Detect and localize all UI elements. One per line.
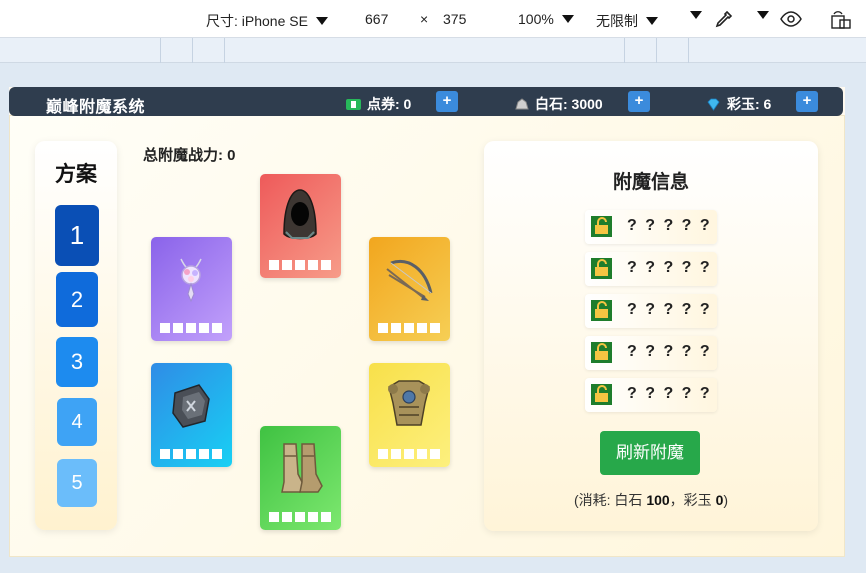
zoom-select[interactable]: 100%	[518, 11, 574, 27]
equipment-card-helmet[interactable]	[260, 174, 341, 278]
add-jade-button[interactable]: +	[796, 91, 818, 112]
cost-suffix: )	[723, 492, 729, 508]
equipment-card-bow[interactable]	[369, 237, 450, 341]
coupons-label: 点券: 0	[367, 96, 412, 112]
plan-selector: 方案 1 2 3 4 5	[35, 141, 117, 530]
cost-stone-value: 100	[646, 492, 670, 508]
enchant-row[interactable]: ? ? ? ? ?	[585, 294, 717, 328]
device-select[interactable]: 尺寸: iPhone SE	[206, 11, 328, 31]
app-title: 巅峰附魔系统	[46, 99, 146, 116]
enchant-slots	[378, 449, 440, 459]
info-title: 附魔信息	[612, 172, 689, 193]
enchant-row[interactable]: ? ? ? ? ?	[585, 252, 717, 286]
plan-button-4[interactable]: 4	[57, 398, 97, 446]
equipment-card-bracer[interactable]	[151, 363, 232, 467]
times-symbol: ×	[420, 11, 429, 27]
more-options-dropdown[interactable]	[690, 11, 702, 19]
cost-text: (消耗: 白石 100，彩玉 0)	[484, 490, 818, 510]
enchant-slots	[378, 323, 440, 333]
coupons-display: 点券: 0	[346, 94, 411, 114]
eyedropper-icon[interactable]	[712, 9, 734, 31]
enchant-value: ? ? ? ? ?	[627, 217, 712, 234]
chevron-down-icon	[561, 15, 574, 23]
enchant-row[interactable]: ? ? ? ? ?	[585, 210, 717, 244]
whitestone-display: 白石: 3000	[514, 94, 603, 114]
whitestone-label: 白石: 3000	[535, 96, 603, 112]
width-input[interactable]: 667	[365, 11, 388, 27]
zoom-label: 100%	[518, 11, 554, 27]
plan-button-5[interactable]: 5	[57, 459, 97, 507]
chevron-down-icon	[690, 11, 702, 19]
jade-display: 彩玉: 6	[706, 94, 771, 114]
total-power: 总附魔战力: 0	[143, 147, 236, 164]
plan-button-2[interactable]: 2	[56, 272, 98, 327]
bow-icon	[386, 260, 433, 301]
rotate-device-icon[interactable]	[830, 10, 852, 30]
enchant-value: ? ? ? ? ?	[627, 343, 712, 360]
jade-label: 彩玉: 6	[727, 96, 772, 112]
enchant-value: ? ? ? ? ?	[627, 301, 712, 318]
chevron-down-icon	[315, 17, 328, 25]
add-coupons-button[interactable]: +	[436, 91, 458, 112]
stone-icon	[515, 97, 529, 109]
armor-icon	[388, 380, 430, 426]
throttle-select[interactable]: 无限制	[596, 11, 658, 31]
vision-dropdown[interactable]	[757, 11, 769, 19]
eye-icon[interactable]	[780, 11, 802, 27]
coupon-icon	[346, 98, 361, 110]
emulated-page: 巅峰附魔系统 点券: 0 + 白石: 3000 + 彩玉: 6 + 方案 1 2…	[9, 87, 845, 557]
enchant-value: ? ? ? ? ?	[627, 259, 712, 276]
device-select-label: 尺寸: iPhone SE	[206, 13, 308, 29]
top-bar: 巅峰附魔系统 点券: 0 + 白石: 3000 + 彩玉: 6 +	[9, 87, 843, 116]
unlock-icon[interactable]	[591, 300, 612, 321]
enchant-row[interactable]: ? ? ? ? ?	[585, 336, 717, 370]
necklace-icon	[180, 258, 202, 303]
enchant-slots	[160, 449, 222, 459]
plan-button-3[interactable]: 3	[56, 337, 98, 387]
diamond-icon	[707, 98, 720, 111]
plan-button-1[interactable]: 1	[55, 205, 99, 266]
enchant-slots	[269, 260, 331, 270]
cost-prefix: (消耗: 白石	[573, 492, 647, 508]
enchant-slots	[160, 323, 222, 333]
equipment-card-armor[interactable]	[369, 363, 450, 467]
unlock-icon[interactable]	[591, 258, 612, 279]
chevron-down-icon	[646, 17, 658, 25]
equipment-card-boots[interactable]	[260, 426, 341, 530]
enchant-row[interactable]: ? ? ? ? ?	[585, 378, 717, 412]
device-toolbar: 尺寸: iPhone SE 667 × 375 100% 无限制	[0, 0, 866, 38]
chevron-down-icon	[757, 11, 769, 19]
height-input[interactable]: 375	[443, 11, 466, 27]
refresh-enchant-button[interactable]: 刷新附魔	[600, 431, 700, 475]
device-ruler	[0, 38, 866, 63]
enchant-slots	[269, 512, 331, 522]
unlock-icon[interactable]	[591, 384, 612, 405]
unlock-icon[interactable]	[591, 216, 612, 237]
hood-icon	[283, 189, 317, 240]
boots-icon	[281, 443, 323, 493]
equipment-card-necklace[interactable]	[151, 237, 232, 341]
cost-middle: ，彩玉	[669, 492, 716, 508]
add-whitestone-button[interactable]: +	[628, 91, 650, 112]
bracer-icon	[172, 384, 210, 428]
throttle-label: 无限制	[596, 13, 638, 29]
enchant-info-panel: 附魔信息 ? ? ? ? ? ? ? ? ? ? ? ? ? ? ? ? ? ?…	[484, 141, 818, 531]
plan-title: 方案	[55, 163, 97, 186]
unlock-icon[interactable]	[591, 342, 612, 363]
enchant-value: ? ? ? ? ?	[627, 385, 712, 402]
